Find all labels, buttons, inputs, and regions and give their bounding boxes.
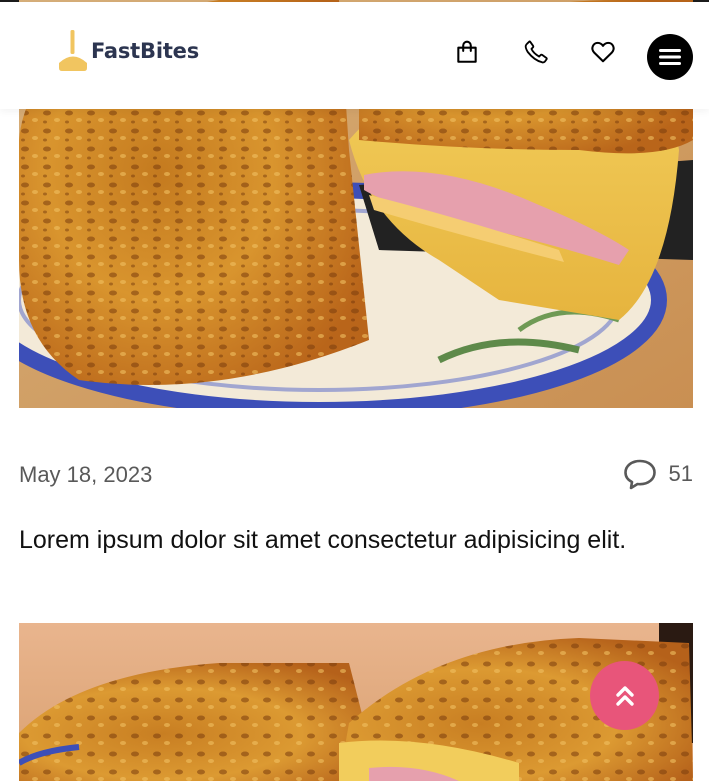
brand-name: FastBites	[91, 39, 200, 63]
double-chevron-up-icon	[615, 685, 634, 706]
navbar: FastBites	[0, 2, 709, 109]
post-meta: May 18, 2023 51	[19, 456, 693, 492]
menu-button[interactable]	[647, 34, 693, 80]
favorites-button[interactable]	[589, 38, 617, 66]
brand-logo-link[interactable]: FastBites	[58, 30, 199, 72]
post-excerpt-link[interactable]: Lorem ipsum dolor sit amet consectetur a…	[19, 524, 693, 556]
shopping-bag-icon	[457, 40, 477, 63]
post-date: May 18, 2023	[19, 462, 153, 487]
phone-button[interactable]	[522, 38, 550, 66]
scroll-to-top-button[interactable]	[590, 661, 659, 730]
comment-icon	[623, 459, 656, 490]
phone-icon	[524, 40, 548, 64]
fork-icon	[59, 30, 87, 71]
hamburger-menu-icon	[659, 49, 681, 65]
shopping-bag-button[interactable]	[453, 38, 481, 66]
heart-icon	[591, 41, 615, 63]
comment-count: 51	[668, 461, 693, 486]
comments-link[interactable]: 51	[623, 456, 693, 492]
